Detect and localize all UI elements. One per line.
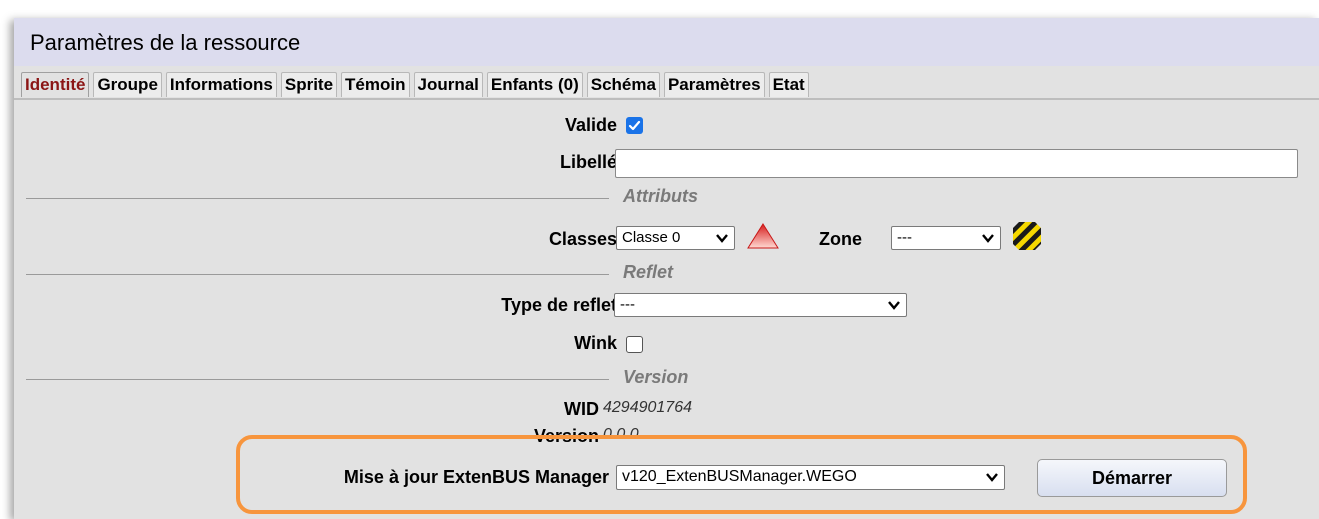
classes-label: Classes xyxy=(548,229,617,249)
reflet-divider xyxy=(26,274,609,275)
tab-schema[interactable]: Schéma xyxy=(586,72,660,97)
reflet-section-title: Reflet xyxy=(623,262,674,282)
highlight-box xyxy=(236,435,1247,514)
zone-select-value: --- xyxy=(897,229,912,246)
version-section-title: Version xyxy=(623,367,689,387)
zone-label: Zone xyxy=(819,229,862,249)
tab-identite[interactable]: Identité xyxy=(21,72,90,97)
hazard-stripes-icon xyxy=(1013,222,1041,250)
tab-sprite[interactable]: Sprite xyxy=(280,72,338,97)
warning-triangle-icon xyxy=(747,223,779,249)
classes-select[interactable]: Classe 0 xyxy=(616,226,735,250)
wink-label: Wink xyxy=(574,333,617,353)
libelle-input[interactable] xyxy=(615,149,1298,178)
type-de-reflet-label: Type de reflet xyxy=(501,295,617,315)
libelle-label: Libellé xyxy=(559,152,617,172)
tab-enfants[interactable]: Enfants (0) xyxy=(486,72,583,97)
tab-parametres[interactable]: Paramètres xyxy=(663,72,765,97)
tab-temoin[interactable]: Témoin xyxy=(341,72,410,97)
tab-underline xyxy=(14,98,1319,100)
classes-select-value: Classe 0 xyxy=(622,229,681,246)
type-de-reflet-select-value: --- xyxy=(620,296,635,313)
tab-groupe[interactable]: Groupe xyxy=(93,72,162,97)
wink-checkbox[interactable] xyxy=(626,336,643,353)
window-title: Paramètres de la ressource xyxy=(30,30,301,55)
zone-select[interactable]: --- xyxy=(891,226,1001,250)
tab-etat[interactable]: Etat xyxy=(768,72,809,97)
attributs-divider xyxy=(26,198,609,199)
version-divider xyxy=(26,379,609,380)
wid-value: 4294901764 xyxy=(603,399,692,416)
attributs-section-title: Attributs xyxy=(623,186,698,206)
valide-checkbox[interactable] xyxy=(626,117,643,134)
title-bar: Paramètres de la ressource xyxy=(14,18,1319,66)
chevron-down-icon xyxy=(888,301,900,310)
tab-informations[interactable]: Informations xyxy=(165,72,277,97)
tab-bar: Identité Groupe Informations Sprite Témo… xyxy=(21,72,813,98)
valide-label: Valide xyxy=(564,115,617,135)
type-de-reflet-select[interactable]: --- xyxy=(614,293,907,317)
chevron-down-icon xyxy=(982,234,994,243)
wid-label: WID xyxy=(564,399,599,419)
chevron-down-icon xyxy=(716,234,728,243)
tab-journal[interactable]: Journal xyxy=(413,72,483,97)
